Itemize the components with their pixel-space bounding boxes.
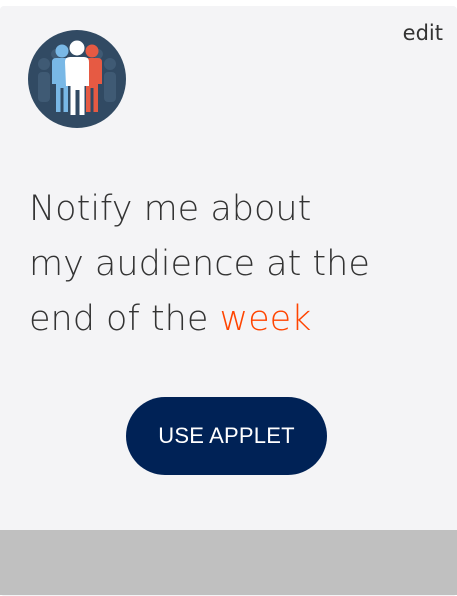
title-line-3: end of the week xyxy=(29,292,429,347)
applet-title: Notify me about my audience at the end o… xyxy=(29,182,429,347)
title-line-2: my audience at the xyxy=(29,244,370,284)
title-line-3-text: end of the xyxy=(29,299,220,339)
applet-card: edit Notify me about my audience at the … xyxy=(0,6,457,596)
title-line-1: Notify me about xyxy=(29,189,312,229)
use-applet-button[interactable]: USE APPLET xyxy=(126,397,327,475)
edit-link[interactable]: edit xyxy=(403,21,443,45)
audience-people-icon xyxy=(28,30,126,128)
footer-band xyxy=(0,530,457,595)
title-accent-word: week xyxy=(219,299,312,339)
